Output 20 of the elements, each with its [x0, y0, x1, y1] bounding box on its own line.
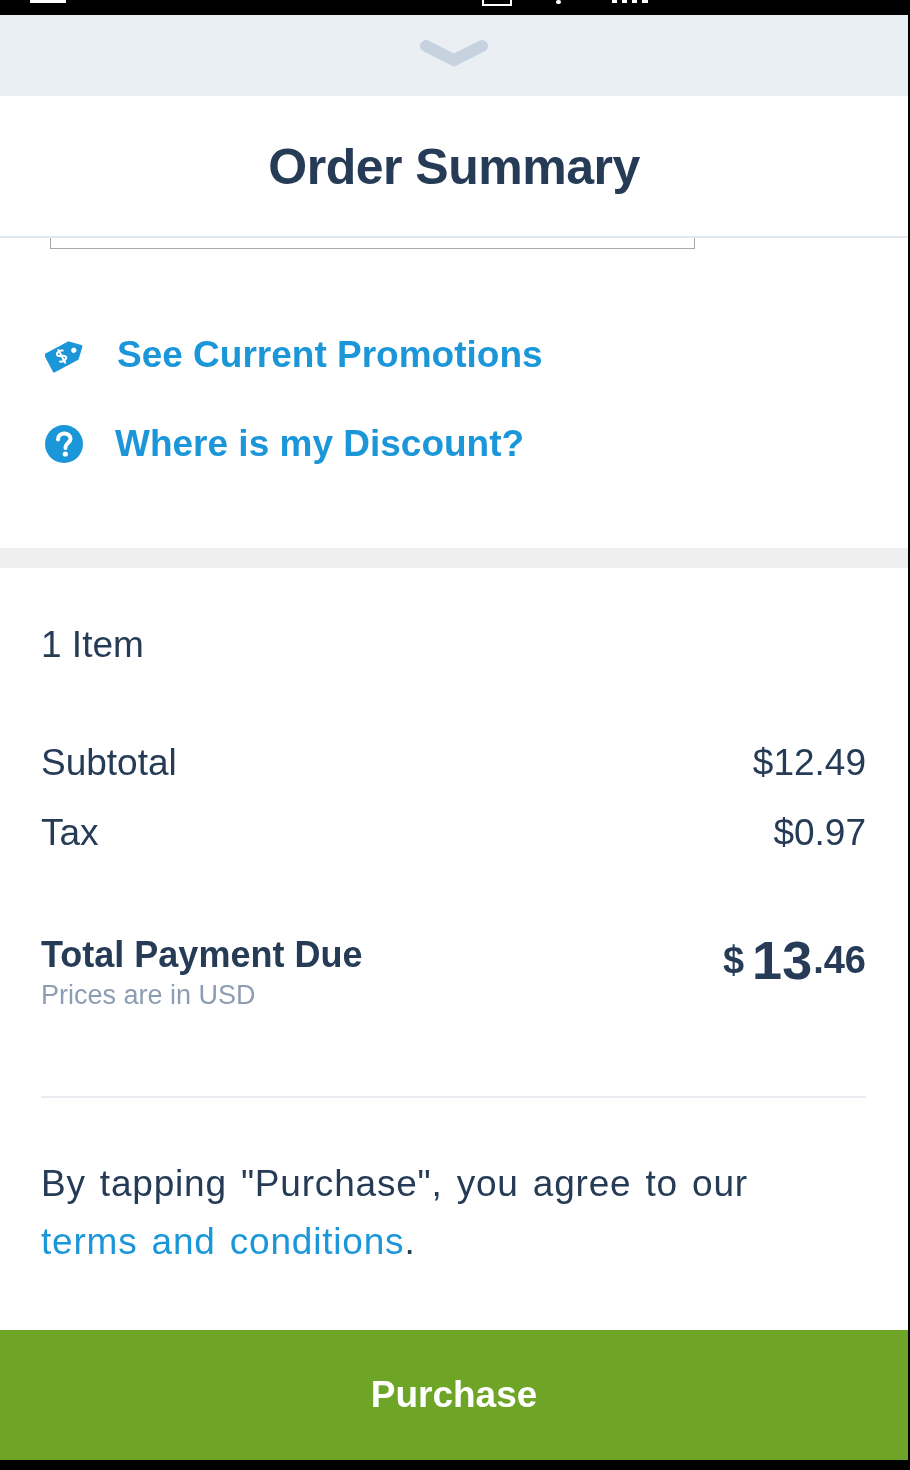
sheet-title: Order Summary	[268, 138, 640, 197]
total-label: Total Payment Due	[41, 934, 363, 976]
summary-label: Tax	[41, 811, 99, 855]
status-icon	[30, 0, 66, 3]
agreement-text: By tapping "Purchase", you agree to our terms and conditions.	[41, 1162, 749, 1264]
currency-note: Prices are in USD	[41, 980, 256, 1010]
purchase-button[interactable]: Purchase	[0, 1330, 908, 1460]
item-count: 1 Item	[41, 623, 144, 667]
terms-link[interactable]: terms and conditions	[41, 1221, 405, 1262]
summary-label: Subtotal	[41, 741, 177, 785]
help-icon	[45, 425, 83, 463]
summary-value: $12.49	[752, 741, 866, 785]
chevron-down-icon[interactable]	[419, 39, 489, 69]
promotions-link[interactable]: See Current Promotions	[45, 333, 543, 377]
input-field[interactable]	[50, 238, 695, 249]
status-icon	[556, 0, 561, 4]
discount-help-link[interactable]: Where is my Discount?	[45, 422, 525, 466]
status-icon	[612, 0, 648, 3]
summary-value: $0.97	[773, 811, 866, 855]
status-icon	[482, 0, 512, 6]
